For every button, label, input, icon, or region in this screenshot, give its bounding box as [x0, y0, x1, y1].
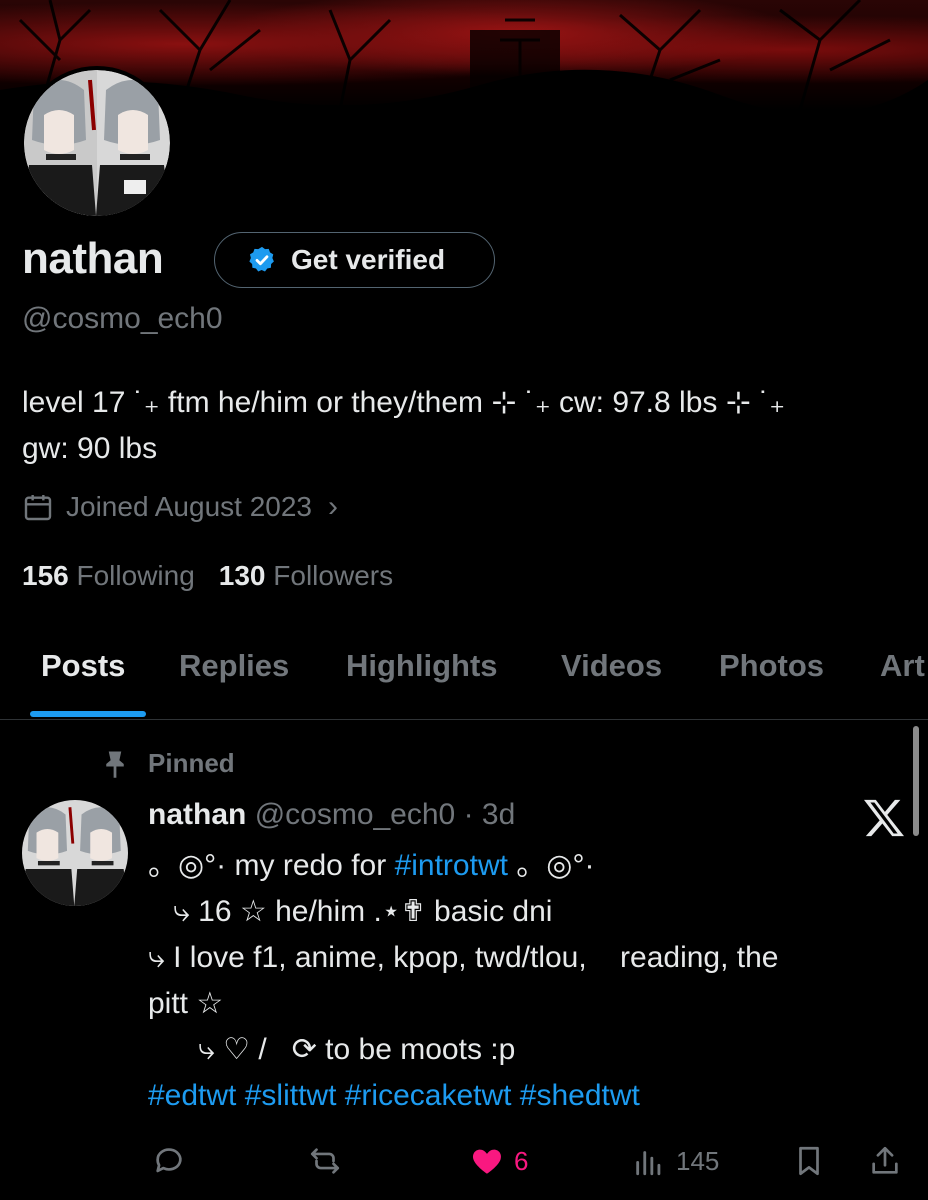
views-icon: [636, 1151, 661, 1176]
post-line-5: ⤷ ♡ / ⟳ to be moots :p: [148, 1033, 516, 1066]
joined-date[interactable]: Joined August 2023 ›: [22, 490, 338, 524]
avatar-image: [24, 70, 170, 216]
post-line-1-start: 。◎°· my redo for: [148, 849, 395, 882]
post-line-4: pitt ☆: [148, 987, 224, 1020]
pinned-label: Pinned: [148, 748, 235, 778]
tab-highlights[interactable]: Highlights: [346, 648, 498, 684]
repost-button[interactable]: [308, 1144, 342, 1178]
like-button[interactable]: 6: [470, 1144, 528, 1178]
tab-articles[interactable]: Art: [880, 648, 925, 684]
profile-name: nathan: [22, 234, 164, 283]
reply-icon: [156, 1148, 182, 1173]
profile-tabs: Posts Replies Highlights Videos Photos A…: [0, 630, 928, 720]
bio-line-1: level 17 ˙₊ ftm he/him or they/them ⊹ ˙₊…: [22, 386, 786, 419]
pinned-indicator: Pinned: [102, 748, 235, 779]
scrollbar[interactable]: [913, 726, 919, 836]
following-link[interactable]: 156 Following: [22, 560, 195, 592]
view-count: 145: [676, 1145, 720, 1176]
share-button[interactable]: [868, 1144, 902, 1178]
profile-handle: @cosmo_ech0: [22, 302, 223, 335]
post-handle-time[interactable]: @cosmo_ech0 · 3d: [255, 798, 516, 831]
followers-link[interactable]: 130 Followers: [219, 560, 393, 592]
chevron-right-icon: ›: [327, 490, 338, 523]
profile-avatar[interactable]: [20, 66, 174, 220]
x-logo-icon: [864, 799, 904, 837]
following-label: Following: [76, 560, 195, 591]
share-icon: [872, 1146, 898, 1174]
profile-bio: level 17 ˙₊ ftm he/him or they/them ⊹ ˙₊…: [22, 380, 912, 472]
post-author-name[interactable]: nathan: [148, 798, 246, 831]
tab-replies[interactable]: Replies: [179, 648, 289, 684]
hashtag-introtwt[interactable]: #introtwt: [395, 849, 508, 882]
post-author-avatar[interactable]: [22, 800, 128, 906]
followers-label: Followers: [273, 560, 394, 591]
tab-videos[interactable]: Videos: [561, 648, 662, 684]
bookmark-button[interactable]: [792, 1144, 826, 1178]
heart-icon: [473, 1149, 501, 1174]
calendar-icon: [24, 495, 52, 521]
post-hashtags[interactable]: #edtwt #slittwt #ricecaketwt #shedtwt: [148, 1073, 918, 1119]
active-tab-indicator: [30, 711, 146, 717]
post-line-2: ⤷ 16 ☆ he/him .⋆✟ basic dni: [148, 895, 553, 928]
tab-photos[interactable]: Photos: [719, 648, 824, 684]
avatar-image: [22, 800, 128, 906]
get-verified-button[interactable]: Get verified: [214, 232, 495, 288]
pin-icon: [106, 751, 124, 778]
bio-line-2: gw: 90 lbs: [22, 432, 158, 465]
following-count: 156: [22, 560, 69, 591]
post-line-1-end: 。◎°·: [507, 849, 595, 882]
like-count: 6: [514, 1145, 529, 1176]
followers-count: 130: [218, 560, 266, 591]
repost-icon: [310, 1148, 340, 1174]
bookmark-icon: [799, 1146, 819, 1176]
post-line-1: 。◎°· my redo for #introtwt 。◎°·: [148, 843, 918, 889]
post-action-bar: 6 145: [0, 1138, 928, 1186]
tab-posts[interactable]: Posts: [41, 648, 125, 684]
verified-badge-icon: [249, 246, 274, 272]
post-line-3: ⤷ I love f1, anime, kpop, twd/tlou, read…: [148, 941, 779, 974]
post-text: 。◎°· my redo for #introtwt 。◎°· ⤷ 16 ☆ h…: [148, 843, 918, 1119]
joined-label: Joined August 2023: [66, 491, 312, 522]
reply-button[interactable]: [152, 1144, 186, 1178]
views-button[interactable]: 145: [632, 1144, 719, 1178]
follow-stats: 156 Following 130 Followers: [22, 560, 393, 592]
get-verified-label: Get verified: [291, 244, 446, 275]
post-header: nathan @cosmo_ech0 · 3d: [148, 798, 515, 832]
